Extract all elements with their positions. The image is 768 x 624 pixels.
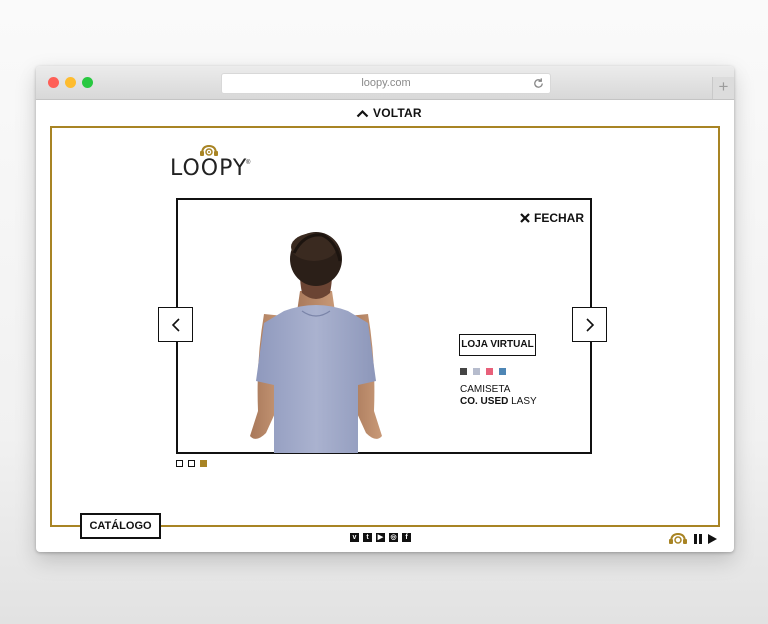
back-label: VOLTAR: [373, 106, 422, 120]
virtual-store-button[interactable]: LOJA VIRTUAL: [459, 334, 536, 356]
color-swatch[interactable]: [473, 368, 480, 375]
close-icon: [520, 213, 530, 223]
next-slide-button[interactable]: [572, 307, 607, 342]
catalog-button[interactable]: CATÁLOGO: [80, 513, 161, 539]
address-bar[interactable]: loopy.com: [221, 73, 551, 94]
music-player: [668, 532, 717, 545]
color-swatch[interactable]: [460, 368, 467, 375]
chevron-right-icon: [585, 317, 594, 332]
new-tab-button[interactable]: +: [712, 77, 734, 99]
address-text: loopy.com: [361, 77, 411, 89]
facebook-icon[interactable]: f: [402, 533, 411, 542]
color-swatch[interactable]: [486, 368, 493, 375]
headphones-icon[interactable]: [668, 532, 688, 545]
model-back-photo: [250, 232, 382, 453]
social-links: v t ▶ ◎ f: [350, 533, 411, 542]
browser-titlebar: loopy.com +: [36, 66, 734, 100]
pager-dot[interactable]: [176, 460, 183, 467]
browser-window: loopy.com + VOLTAR LOOPY ® FECHAR LOJA V…: [36, 66, 734, 552]
back-button[interactable]: VOLTAR: [356, 106, 422, 120]
chevron-left-icon: [171, 317, 180, 332]
color-swatches: [460, 368, 506, 375]
color-swatch[interactable]: [499, 368, 506, 375]
product-type: CAMISETA: [460, 384, 511, 395]
reload-icon[interactable]: [532, 77, 545, 90]
vimeo-icon[interactable]: v: [350, 533, 359, 542]
pause-icon[interactable]: [694, 533, 702, 544]
slide-pager: [176, 460, 207, 467]
minimize-window-button[interactable]: [65, 77, 76, 88]
close-viewer-label: FECHAR: [534, 211, 584, 225]
chevron-up-icon: [356, 109, 369, 117]
twitter-icon[interactable]: t: [363, 533, 372, 542]
close-viewer-button[interactable]: FECHAR: [520, 211, 584, 225]
maximize-window-button[interactable]: [82, 77, 93, 88]
youtube-icon[interactable]: ▶: [376, 533, 385, 542]
product-model-bold: CO. USED: [460, 396, 509, 407]
play-icon[interactable]: [708, 533, 717, 544]
registered-mark: ®: [246, 160, 251, 166]
pager-dot[interactable]: [200, 460, 207, 467]
previous-slide-button[interactable]: [158, 307, 193, 342]
product-model-rest: LASY: [508, 396, 537, 407]
close-window-button[interactable]: [48, 77, 59, 88]
product-model: CO. USED LASY: [460, 396, 537, 407]
pager-dot[interactable]: [188, 460, 195, 467]
instagram-icon[interactable]: ◎: [389, 533, 398, 542]
